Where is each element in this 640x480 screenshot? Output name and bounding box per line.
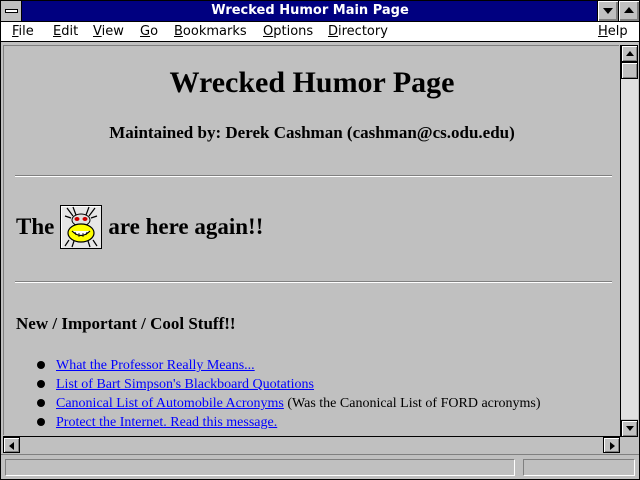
horizontal-rule (15, 281, 612, 283)
maintainer-line: Maintained by: Derek Cashman (cashman@cs… (109, 123, 515, 142)
horizontal-scrollbar[interactable] (3, 436, 620, 453)
arrow-left-icon (9, 442, 14, 450)
menu-edit[interactable]: Edit (53, 24, 78, 39)
bullet-icon (37, 399, 45, 407)
menu-directory[interactable]: Directory (328, 24, 388, 39)
horizontal-rule (15, 175, 612, 177)
scroll-track[interactable] (20, 437, 603, 453)
link-automobile-acronyms[interactable]: Canonical List of Automobile Acronyms (56, 396, 284, 411)
scrollbar-corner (620, 437, 638, 453)
title-bar[interactable]: Wrecked Humor Main Page (1, 1, 639, 22)
link-professor-means[interactable]: What the Professor Really Means... (56, 358, 255, 373)
list-item: What the Professor Really Means... (34, 356, 541, 375)
menu-bar: File Edit View Go Bookmarks Options Dire… (1, 22, 639, 42)
menu-file[interactable]: File (12, 24, 34, 39)
maximize-icon (624, 7, 634, 13)
minimize-button[interactable] (597, 1, 618, 21)
arrow-up-icon (626, 51, 634, 56)
scroll-up-button[interactable] (621, 45, 638, 62)
vertical-scrollbar[interactable] (620, 45, 638, 437)
list-item: List of Bart Simpson's Blackboard Quotat… (34, 375, 541, 394)
minimize-icon (603, 8, 613, 14)
arrow-down-icon (626, 426, 634, 431)
system-menu-icon (5, 9, 18, 13)
bullet-icon (37, 380, 45, 388)
announcement-prefix: The (16, 214, 55, 239)
scroll-left-button[interactable] (3, 437, 20, 453)
window-title: Wrecked Humor Main Page (211, 3, 409, 18)
scroll-thumb[interactable] (621, 62, 638, 79)
menu-help[interactable]: Help (598, 24, 628, 39)
cartoon-bug-icon (60, 205, 103, 249)
link-bart-simpson-quotations[interactable]: List of Bart Simpson's Blackboard Quotat… (56, 377, 314, 392)
scroll-right-button[interactable] (603, 437, 620, 453)
status-bar (1, 454, 639, 479)
system-menu-button[interactable] (1, 1, 22, 21)
list-item: Canonical List of Automobile Acronyms (W… (34, 394, 541, 413)
maximize-button[interactable] (618, 1, 639, 21)
menu-options[interactable]: Options (263, 24, 313, 39)
scroll-down-button[interactable] (621, 420, 638, 437)
bullet-icon (37, 418, 45, 426)
arrow-right-icon (610, 442, 615, 450)
list-item-note: (Was the Canonical List of FORD acronyms… (287, 396, 541, 411)
scroll-track[interactable] (621, 79, 638, 419)
menu-bookmarks[interactable]: Bookmarks (174, 24, 247, 39)
menu-go[interactable]: Go (140, 24, 158, 39)
status-message (5, 459, 515, 476)
section-heading: New / Important / Cool Stuff!! (16, 314, 236, 333)
list-item: Protect the Internet. Read this message. (34, 413, 541, 432)
news-list: What the Professor Really Means... List … (34, 356, 541, 432)
page-content: Wrecked Humor Page Maintained by: Derek … (3, 45, 619, 435)
page-title: Wrecked Humor Page (169, 66, 455, 99)
progress-indicator (523, 459, 635, 476)
bugs-announcement: The are here again!! (16, 204, 263, 250)
link-protect-internet[interactable]: Protect the Internet. Read this message. (56, 415, 277, 430)
browser-window: Wrecked Humor Main Page File Edit View G… (0, 0, 640, 480)
bullet-icon (37, 361, 45, 369)
announcement-suffix: are here again!! (108, 214, 264, 239)
menu-view[interactable]: View (93, 24, 124, 39)
